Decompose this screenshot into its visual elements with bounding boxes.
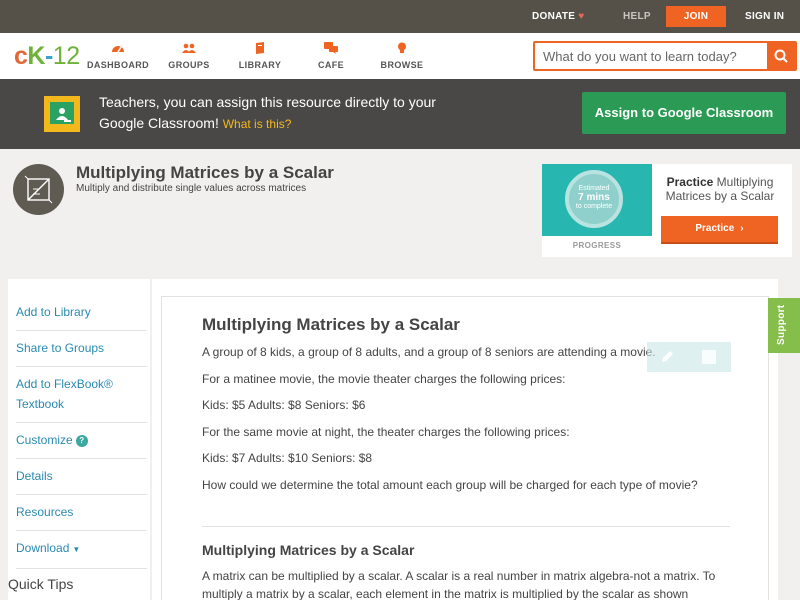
concept-title: Multiplying Matrices by a Scalar [76,163,334,182]
nav-browse[interactable]: BROWSE [367,33,437,79]
groups-people-icon [182,43,196,53]
practice-button[interactable]: Practice › [661,216,778,244]
google-classroom-banner: Teachers, you can assign this resource d… [0,79,800,149]
search-input[interactable] [535,43,769,69]
notes-icon[interactable] [702,350,716,364]
cafe-chat-icon [324,42,338,54]
concept-subtitle: Multiply and distribute single values ac… [76,183,307,194]
estimate-circle: Estimated 7 mins to complete [565,170,623,228]
search-icon [774,49,788,63]
section-heading: Multiplying Matrices by a Scalar [202,542,415,558]
support-tab[interactable]: Support [768,298,800,353]
heart-icon: ♥ [578,11,585,22]
help-link[interactable]: HELP [623,0,651,33]
lesson-paragraph: How could we determine the total amount … [202,478,698,492]
lesson-paragraph: Kids: $7 Adults: $10 Seniors: $8 [202,451,373,465]
banner-message: Teachers, you can assign this resource d… [99,92,439,135]
lesson-content: Multiplying Matrices by a Scalar A group… [161,296,769,600]
lesson-heading: Multiplying Matrices by a Scalar [202,315,460,334]
google-classroom-icon [44,96,80,132]
sidebar-item-share-to-groups[interactable]: Share to Groups [16,333,147,367]
sidebar-item-customize[interactable]: Customize? [16,425,147,459]
what-is-this-link[interactable]: What is this? [223,117,292,131]
help-question-icon[interactable]: ? [75,435,88,447]
nav-groups-label: GROUPS [168,60,210,70]
main-nav: cK-12 DASHBOARD GROUPS LIBRARY CAFE BROW… [0,33,800,79]
sidebar-item-add-to-library[interactable]: Add to Library [16,297,147,331]
annotation-toolbar [647,342,731,372]
sidebar-item-download[interactable]: Download ▼ [16,533,147,569]
lesson-paragraph: For the same movie at night, the theater… [202,425,570,439]
browse-bulb-icon [398,42,406,53]
donate-label: DONATE [532,11,576,22]
sidebar: Add to Library Share to Groups Add to Fl… [8,279,150,600]
caret-down-icon: ▼ [72,545,81,554]
assign-to-google-classroom-button[interactable]: Assign to Google Classroom [582,92,786,134]
lesson-paragraph: Kids: $5 Adults: $8 Seniors: $6 [202,398,366,412]
sidebar-item-resources[interactable]: Resources [16,497,147,531]
nav-groups[interactable]: GROUPS [154,33,224,79]
quick-tips-heading: Quick Tips [8,576,74,592]
sidebar-item-add-to-flexbook[interactable]: Add to FlexBook® Textbook [16,369,147,423]
dashboard-gauge-icon [112,46,124,53]
matrix-concept-icon [13,164,64,215]
support-label: Support [776,304,787,345]
donate-link[interactable]: DONATE ♥ [532,0,585,33]
search-button[interactable] [767,43,795,69]
progress-label: PROGRESS [572,241,622,250]
top-utility-bar: DONATE ♥ HELP JOIN SIGN IN [0,0,800,33]
lesson-paragraph: A matrix can be multiplied by a scalar. … [202,569,716,583]
practice-title: Practice Multiplying Matrices by a Scala… [665,175,775,203]
nav-cafe[interactable]: CAFE [296,33,366,79]
ck12-logo[interactable]: cK-12 [14,42,80,71]
join-button[interactable]: JOIN [666,6,726,27]
nav-cafe-label: CAFE [317,60,345,70]
lesson-paragraph: For a matinee movie, the movie theater c… [202,372,566,386]
nav-dashboard[interactable]: DASHBOARD [83,33,153,79]
chevron-right-icon: › [740,223,744,234]
nav-browse-label: BROWSE [380,60,424,70]
practice-card: Estimated 7 mins to complete PROGRESS Pr… [542,164,792,257]
sidebar-item-details[interactable]: Details [16,461,147,495]
search-box [533,41,797,71]
sign-in-link[interactable]: SIGN IN [745,0,784,33]
library-book-icon [256,42,264,54]
nav-library-label: LIBRARY [238,60,282,70]
nav-library[interactable]: LIBRARY [225,33,295,79]
progress-graphic: Estimated 7 mins to complete [542,164,652,236]
section-divider [202,526,730,527]
pencil-icon[interactable] [659,349,675,365]
nav-dashboard-label: DASHBOARD [86,60,150,70]
lesson-paragraph: multiply a matrix by a scalar, each elem… [202,587,689,600]
lesson-paragraph: A group of 8 kids, a group of 8 adults, … [202,345,656,359]
